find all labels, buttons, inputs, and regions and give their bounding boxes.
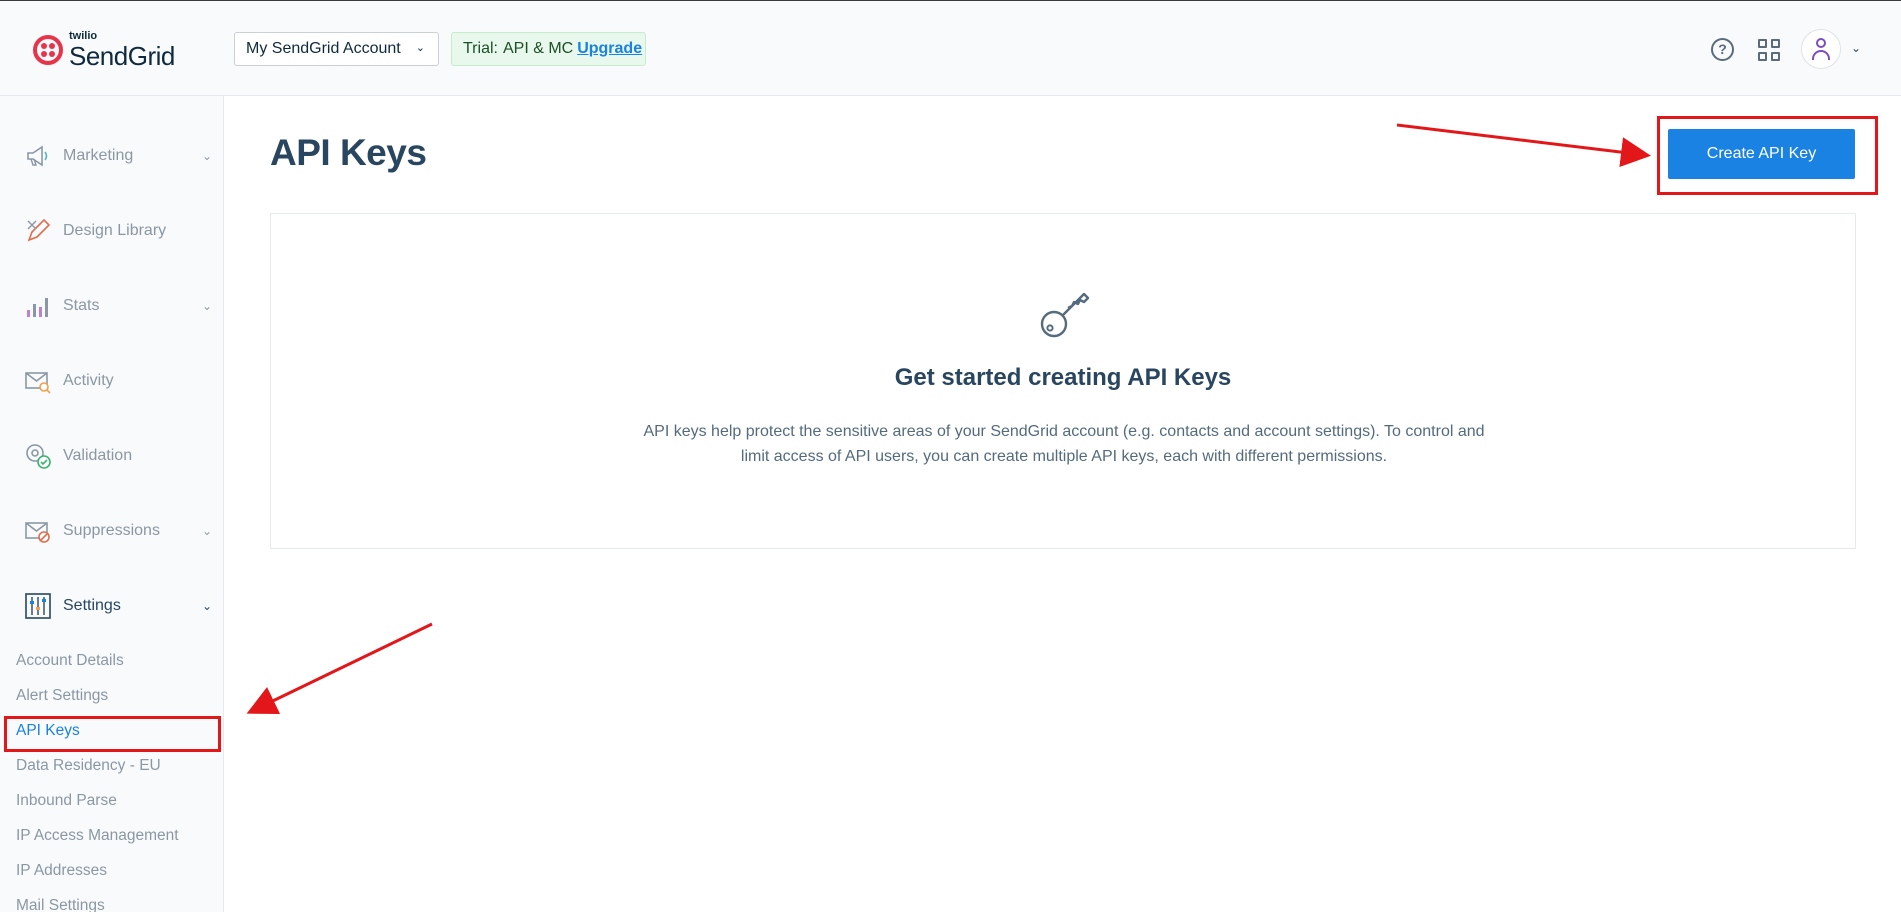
megaphone-icon	[27, 145, 48, 167]
trial-badge: Trial: API & MC Upgrade	[451, 32, 646, 66]
sendgrid-logo[interactable]: twilio SendGrid	[33, 31, 175, 69]
empty-state-title: Get started creating API Keys	[894, 364, 1232, 391]
chevron-down-icon[interactable]: ⌄	[1851, 41, 1861, 55]
sidebar-item-activity[interactable]: Activity	[0, 361, 224, 401]
at-check-icon	[26, 444, 51, 469]
avatar[interactable]	[1801, 29, 1841, 69]
page-title: API Keys	[270, 132, 427, 173]
main-content: API Keys Create API Key Get started crea…	[225, 96, 1901, 912]
empty-state-card: Get started creating API Keys API keys h…	[270, 213, 1856, 549]
help-icon[interactable]: ?	[1711, 38, 1734, 61]
chevron-down-icon: ⌄	[202, 299, 213, 313]
sidebar: Marketing ⌄ Design Library Stats ⌄ Activ…	[0, 96, 224, 912]
sidebar-subitem-ip-access-management[interactable]: IP Access Management	[16, 827, 179, 845]
trial-plan: API & MC	[502, 40, 574, 57]
sliders-icon	[25, 593, 51, 619]
empty-state-description: API keys help protect the sensitive area…	[614, 419, 1514, 469]
sidebar-item-design-library[interactable]: Design Library	[0, 211, 224, 251]
annotation-highlight-box	[4, 716, 221, 752]
sidebar-item-validation[interactable]: Validation	[0, 436, 224, 476]
chevron-down-icon: ⌄	[202, 524, 213, 538]
logo-sendgrid-text: SendGrid	[69, 41, 175, 71]
sidebar-subitem-mail-settings[interactable]: Mail Settings	[16, 897, 105, 912]
empty-state-description-line: API keys help protect the sensitive area…	[643, 423, 1485, 440]
sidebar-item-label: Suppressions	[63, 522, 160, 539]
sidebar-item-label: Marketing	[63, 147, 134, 164]
sidebar-subitem-alert-settings[interactable]: Alert Settings	[16, 687, 108, 705]
sidebar-item-label: Design Library	[63, 222, 167, 239]
sidebar-item-label: Stats	[63, 297, 100, 314]
account-select-label: My SendGrid Account	[246, 40, 401, 57]
envelope-search-icon	[25, 372, 51, 394]
sidebar-item-label: Validation	[63, 447, 133, 464]
upgrade-link[interactable]: Upgrade	[577, 40, 642, 58]
trial-label: Trial:	[463, 40, 498, 57]
sidebar-item-stats[interactable]: Stats ⌄	[0, 286, 224, 326]
sidebar-item-label: Activity	[63, 372, 114, 389]
empty-state-description-line: limit access of API users, you can creat…	[740, 448, 1388, 465]
sidebar-item-settings[interactable]: Settings ⌄	[0, 586, 224, 626]
key-icon	[1040, 292, 1090, 338]
bar-chart-icon	[27, 298, 48, 317]
sidebar-item-marketing[interactable]: Marketing ⌄	[0, 136, 224, 176]
user-icon	[1816, 38, 1826, 48]
twilio-logo-icon	[33, 35, 63, 65]
chevron-down-icon: ⌄	[415, 42, 425, 54]
sidebar-item-suppressions[interactable]: Suppressions ⌄	[0, 511, 224, 551]
design-pencil-icon	[27, 218, 51, 242]
chevron-up-icon: ⌄	[202, 599, 213, 613]
sidebar-subitem-data-residency[interactable]: Data Residency - EU	[16, 757, 161, 775]
sidebar-subitem-inbound-parse[interactable]: Inbound Parse	[16, 792, 117, 810]
top-bar: twilio SendGrid My SendGrid Account ⌄ Tr…	[0, 0, 1901, 96]
sidebar-item-label: Settings	[63, 597, 121, 614]
sidebar-subitem-ip-addresses[interactable]: IP Addresses	[16, 862, 107, 880]
envelope-block-icon	[25, 522, 50, 543]
apps-grid-icon[interactable]	[1758, 39, 1780, 61]
sidebar-subitem-account-details[interactable]: Account Details	[16, 652, 124, 670]
annotation-highlight-box	[1657, 116, 1878, 195]
account-select[interactable]: My SendGrid Account ⌄	[234, 32, 439, 66]
chevron-down-icon: ⌄	[202, 149, 213, 163]
